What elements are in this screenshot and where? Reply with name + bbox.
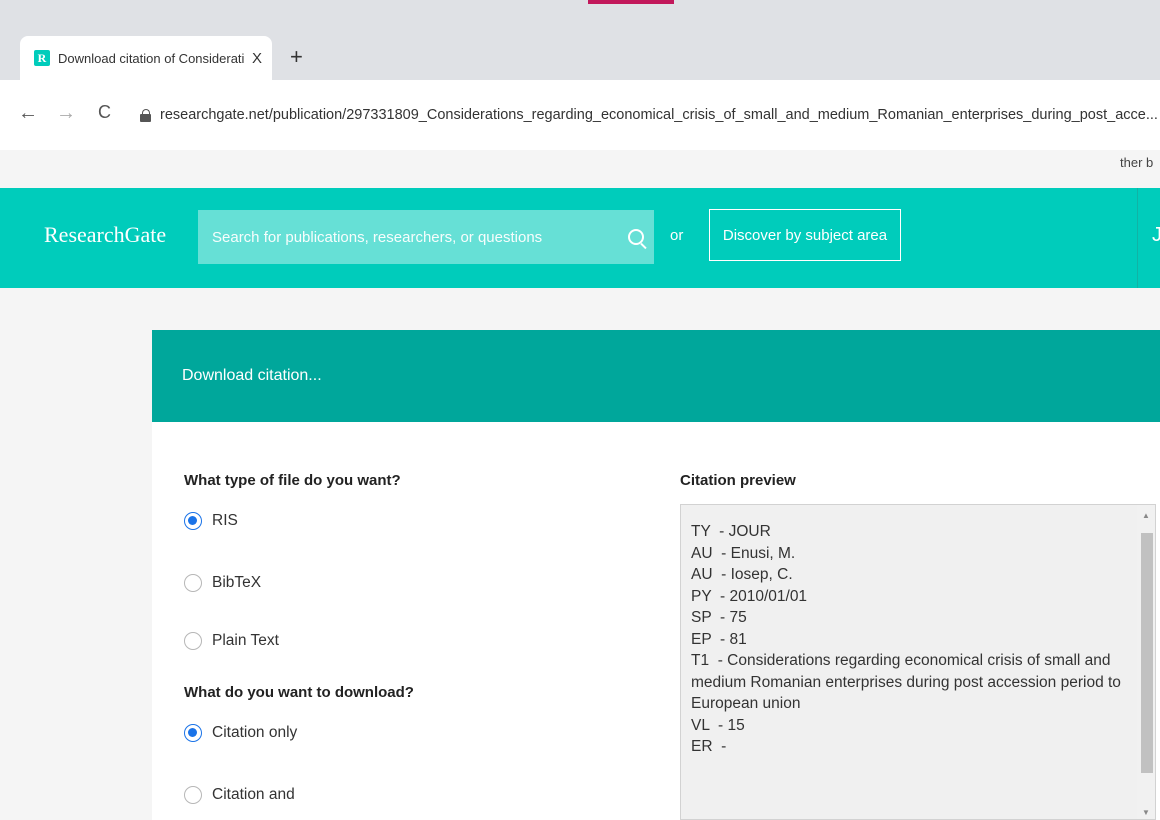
url-text: researchgate.net/publication/297331809_C… bbox=[160, 107, 1158, 123]
radio-label: RIS bbox=[212, 512, 238, 529]
radio-label: Plain Text bbox=[212, 632, 279, 649]
browser-tab[interactable]: R Download citation of Considerati X bbox=[20, 36, 272, 80]
scroll-up-icon[interactable]: ▲ bbox=[1142, 511, 1150, 520]
preview-line: TY - JOUR bbox=[691, 523, 771, 540]
browser-tabstrip bbox=[0, 0, 1160, 40]
forward-arrow-icon[interactable]: → bbox=[56, 102, 76, 125]
file-type-question: What type of file do you want? bbox=[184, 472, 401, 489]
new-tab-icon[interactable]: + bbox=[290, 44, 303, 70]
discover-by-subject-button[interactable]: Discover by subject area bbox=[709, 209, 901, 261]
search-box[interactable] bbox=[198, 210, 654, 264]
preview-line: AU - Enusi, M. bbox=[691, 544, 796, 562]
radio-button[interactable] bbox=[184, 786, 202, 804]
radio-citation-only[interactable]: Citation only bbox=[184, 724, 297, 742]
tab-close-icon[interactable]: X bbox=[252, 50, 262, 67]
search-input[interactable] bbox=[210, 227, 628, 247]
lock-icon bbox=[140, 109, 151, 122]
citation-preview-title: Citation preview bbox=[680, 472, 796, 489]
radio-label: BibTeX bbox=[212, 574, 262, 591]
header-divider bbox=[1137, 188, 1138, 288]
dialog-body: What type of file do you want? RIS BibTe… bbox=[152, 422, 1160, 820]
radio-button[interactable] bbox=[184, 512, 202, 530]
preview-line: AU - Iosep, C. bbox=[691, 566, 793, 583]
site-header: ResearchGate or Discover by subject area… bbox=[0, 188, 1160, 288]
preview-line: SP - 75 bbox=[691, 609, 747, 626]
or-label: or bbox=[670, 227, 684, 244]
preview-line: T1 - Considerations regarding economical… bbox=[691, 652, 1126, 712]
radio-plain-text[interactable]: Plain Text bbox=[184, 632, 279, 650]
reload-icon[interactable]: C bbox=[98, 102, 111, 123]
researchgate-logo[interactable]: ResearchGate bbox=[44, 222, 166, 248]
radio-ris[interactable]: RIS bbox=[184, 512, 238, 530]
back-arrow-icon[interactable]: ← bbox=[18, 102, 38, 125]
preview-line: EP - 81 bbox=[691, 630, 747, 648]
radio-label: Citation only bbox=[212, 724, 298, 741]
radio-citation-and[interactable]: Citation and bbox=[184, 786, 295, 804]
preview-scrollbar[interactable]: ▲ ▼ bbox=[1137, 505, 1155, 819]
radio-button[interactable] bbox=[184, 632, 202, 650]
preview-line: PY - 2010/01/01 bbox=[691, 587, 808, 605]
radio-bibtex[interactable]: BibTeX bbox=[184, 574, 261, 592]
citation-preview-box[interactable]: TY - JOUR AU - Enusi, M. AU - Iosep, C. … bbox=[680, 504, 1156, 820]
preview-line: ER - bbox=[691, 738, 727, 755]
header-right-fragment[interactable]: J bbox=[1152, 224, 1160, 247]
radio-button[interactable] bbox=[184, 724, 202, 742]
dialog-title: Download citation... bbox=[182, 367, 322, 384]
radio-button[interactable] bbox=[184, 574, 202, 592]
scroll-down-icon[interactable]: ▼ bbox=[1142, 808, 1150, 817]
scroll-thumb[interactable] bbox=[1141, 533, 1153, 773]
dialog-header: Download citation... bbox=[152, 330, 1160, 422]
download-question: What do you want to download? bbox=[184, 684, 414, 701]
preview-line: VL - 15 bbox=[691, 716, 745, 734]
citation-preview-text: TY - JOUR AU - Enusi, M. AU - Iosep, C. … bbox=[691, 521, 1127, 758]
search-icon[interactable] bbox=[628, 229, 644, 245]
radio-label: Citation and bbox=[212, 786, 295, 803]
tab-title: Download citation of Considerati bbox=[58, 50, 244, 66]
bookmarks-bar-fragment[interactable]: ther b bbox=[1120, 155, 1153, 170]
address-bar[interactable]: researchgate.net/publication/297331809_C… bbox=[140, 100, 1160, 130]
researchgate-favicon-icon: R bbox=[34, 50, 50, 66]
tabstrip-accent bbox=[588, 0, 674, 4]
